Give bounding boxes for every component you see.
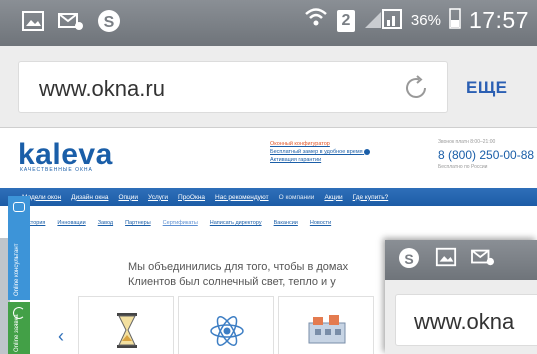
recent-app-card[interactable]: S www.okna	[385, 240, 537, 354]
subnav-partners[interactable]: Партнеры	[125, 220, 151, 226]
free-measure-link[interactable]: Бесплатный замер в удобное время	[270, 148, 371, 156]
overlay-address-bar[interactable]: www.okna	[395, 294, 537, 346]
phone-hours: Звонок платн 8:00–21:00	[438, 139, 496, 145]
subnav-innovations[interactable]: Инновации	[57, 220, 85, 226]
signal-icon	[363, 6, 403, 35]
intro-text: Мы объединились для того, чтобы в домах …	[128, 260, 348, 290]
status-bar: S 2 36% 17:57	[0, 0, 537, 46]
reload-icon[interactable]	[401, 73, 431, 103]
online-consultant-tab[interactable]: Online консультант	[8, 196, 30, 300]
nav-item-about[interactable]: О компании	[279, 194, 315, 201]
gallery-icon	[435, 246, 457, 275]
subnav-history[interactable]: стория	[28, 220, 45, 226]
skype-icon: S	[397, 246, 421, 275]
phone-number[interactable]: 8 (800) 250-00-88	[438, 148, 534, 162]
mail-icon	[471, 246, 495, 275]
system-status: 2 36% 17:57	[303, 6, 529, 35]
sim-slot-badge: 2	[336, 9, 355, 32]
sub-nav: стория Инновации Завод Партнеры Сертифик…	[28, 220, 331, 226]
phone-note: Бесплатно по России	[438, 164, 488, 170]
nav-item-services[interactable]: Услуги	[148, 194, 168, 201]
battery-icon	[449, 7, 461, 34]
subnav-news[interactable]: Новости	[310, 220, 331, 226]
nav-item-design[interactable]: Дизайн окна	[71, 194, 108, 201]
carousel-card[interactable]	[78, 296, 174, 354]
carousel-card[interactable]	[278, 296, 374, 354]
site-logo-subtitle: КАЧЕСТВЕННЫЕ ОКНА	[20, 167, 93, 173]
clock: 17:57	[468, 7, 529, 33]
online-request-tab[interactable]: Online заявка	[8, 302, 30, 354]
url-text: www.okna.ru	[39, 76, 165, 101]
svg-text:S: S	[104, 14, 115, 31]
chat-icon	[13, 202, 25, 212]
intro-line-1: Мы объединились для того, чтобы в домах	[128, 261, 349, 273]
promo-links: Оконный конфигуратор Бесплатный замер в …	[270, 140, 371, 164]
overlay-status-bar: S	[385, 240, 537, 280]
warranty-link[interactable]: Активация гарантии	[270, 156, 370, 164]
more-menu-button[interactable]: ЕЩЕ	[466, 78, 508, 98]
nav-item-promotions[interactable]: Акции	[324, 194, 342, 201]
subnav-vacancies[interactable]: Вакансии	[274, 220, 298, 226]
mail-icon	[58, 8, 84, 34]
svg-text:S: S	[404, 251, 413, 267]
subnav-factory[interactable]: Завод	[98, 220, 113, 226]
nav-item-options[interactable]: Опции	[118, 194, 138, 201]
subnav-write-director[interactable]: Написать директору	[210, 220, 262, 226]
subnav-certificates[interactable]: Сертификаты	[163, 220, 198, 226]
notification-icons: S	[20, 8, 122, 34]
hourglass-icon	[117, 313, 137, 348]
main-nav: Модели окон Дизайн окна Опции Услуги Про…	[0, 188, 537, 206]
online-consultant-label: Online консультант	[14, 243, 20, 296]
carousel-prev-icon[interactable]: ‹	[58, 326, 64, 347]
atom-icon	[210, 316, 244, 346]
intro-line-2: Клиентов был солнечный свет, тепло и у	[128, 276, 336, 288]
overlay-notification-icons: S	[397, 246, 495, 275]
clock-icon	[364, 148, 371, 155]
overlay-url-text: www.okna	[414, 309, 515, 334]
nav-item-recommend[interactable]: Нас рекомендуют	[215, 194, 269, 201]
nav-item-pro-okna[interactable]: ПроОкна	[178, 194, 205, 201]
carousel-card[interactable]	[178, 296, 274, 354]
address-bar[interactable]: www.okna.ru	[18, 61, 448, 113]
online-request-label: Online заявка	[14, 314, 20, 352]
gallery-icon	[20, 8, 46, 34]
browser-toolbar: www.okna.ru ЕЩЕ	[0, 46, 537, 128]
factory-icon	[308, 315, 346, 344]
battery-percent: 36%	[410, 12, 441, 29]
nav-item-where-to-buy[interactable]: Где купить?	[353, 194, 389, 201]
configurator-link[interactable]: Оконный конфигуратор	[270, 140, 370, 148]
wifi-icon	[303, 6, 329, 35]
skype-icon: S	[96, 8, 122, 34]
